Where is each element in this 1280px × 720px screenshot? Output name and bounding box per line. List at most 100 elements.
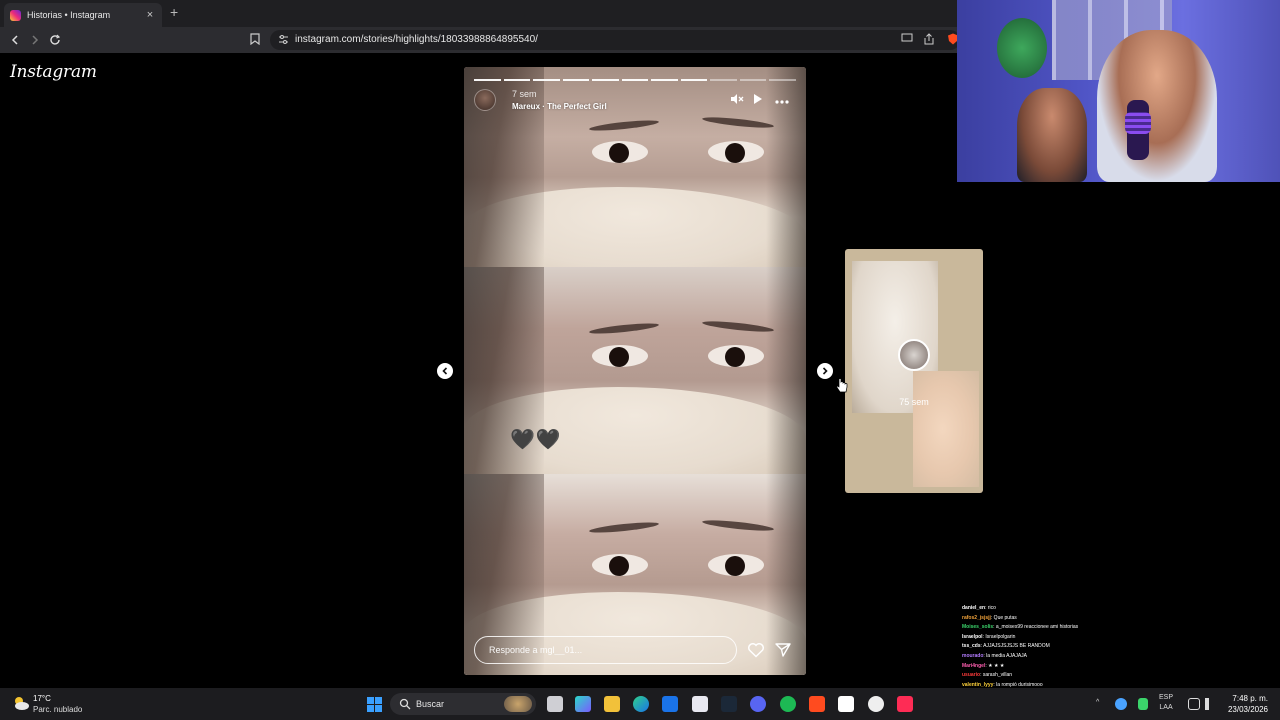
site-settings-icon[interactable] <box>278 34 289 45</box>
task-view-icon[interactable] <box>547 696 563 712</box>
chat-message: mourado: la media AJAJAJA <box>962 652 1280 662</box>
copilot-icon[interactable] <box>575 696 591 712</box>
file-explorer-icon[interactable] <box>604 696 620 712</box>
chat-username: Israelpol <box>962 633 983 640</box>
chevron-right-icon <box>822 367 828 375</box>
next-story-timestamp: 75 sem <box>899 397 929 407</box>
search-icon <box>399 698 411 710</box>
tray-chevron-up-icon[interactable]: ^ <box>1096 698 1099 708</box>
streamer-webcam <box>957 0 1280 182</box>
steam-icon[interactable] <box>721 696 737 712</box>
story-progress-segment <box>562 79 590 81</box>
chat-text: : AJJAJSJSJSJS BE RANDOM <box>980 643 1050 650</box>
muted-speaker-icon[interactable] <box>729 93 745 107</box>
chat-text: : la rompió durisimooo <box>993 681 1043 688</box>
story-progress-segment <box>769 79 797 81</box>
spotify-icon[interactable] <box>780 696 796 712</box>
browser-tab-instagram[interactable]: Historias • Instagram × <box>4 3 162 27</box>
bookmark-icon[interactable] <box>248 33 262 47</box>
story-progress-segment <box>739 79 767 81</box>
tiktok-icon[interactable] <box>897 696 913 712</box>
search-label: Buscar <box>416 699 445 709</box>
address-bar[interactable]: instagram.com/stories/highlights/1803398… <box>270 30 960 50</box>
chat-text: : Que putas <box>990 614 1017 621</box>
cast-icon[interactable] <box>900 33 914 47</box>
heart-icon[interactable] <box>747 641 765 659</box>
next-story-preview[interactable]: 75 sem <box>845 249 983 493</box>
microsoft-store-icon[interactable] <box>692 696 708 712</box>
story-progress-segment <box>710 79 737 81</box>
share-icon[interactable] <box>922 33 936 47</box>
story-music-label[interactable]: Mareux · The Perfect Girl <box>512 102 607 111</box>
reload-icon[interactable] <box>46 31 64 49</box>
discord-icon[interactable] <box>750 696 766 712</box>
story-progress-segment <box>474 79 501 81</box>
network-icon[interactable] <box>1188 698 1200 710</box>
obs-icon[interactable] <box>868 696 884 712</box>
tray-app-icon[interactable] <box>1115 698 1127 710</box>
chat-message: usuario: sarash_villan <box>962 671 1280 681</box>
brave-browser-icon[interactable] <box>809 696 825 712</box>
story-user-avatar[interactable] <box>474 89 496 111</box>
taskbar-clock[interactable]: 7:48 p. m. 23/03/2026 <box>1228 693 1268 715</box>
chat-username: Moises_solis <box>962 624 994 631</box>
chat-username: tss_cds <box>962 643 981 650</box>
story-timestamp: 7 sem <box>512 89 537 99</box>
tab-title: Historias • Instagram <box>27 10 111 20</box>
microphone-icon[interactable] <box>1138 698 1148 710</box>
previous-story-button[interactable] <box>437 363 453 379</box>
taskbar-search[interactable]: Buscar <box>390 693 536 715</box>
windows-start-icon[interactable] <box>367 697 382 712</box>
story-viewer[interactable]: 7 sem Mareux · The Perfect Girl 🖤🖤 <box>464 67 806 675</box>
send-icon[interactable] <box>774 641 792 659</box>
story-progress-segment <box>503 79 531 81</box>
keyboard-layout: LAA <box>1159 704 1173 711</box>
story-progress-segment <box>651 79 678 81</box>
chat-username: rafos2_jsjsjj <box>962 614 991 621</box>
story-heart-stickers: 🖤🖤 <box>510 429 562 451</box>
windows-taskbar: 17°C Parc. nublado Buscar ^ ESP LAA 7:48… <box>0 688 1280 720</box>
chat-message: rafos2_jsjsjj: Que putas <box>962 614 1280 624</box>
forward-icon[interactable] <box>26 31 44 49</box>
story-reply-input[interactable] <box>475 637 736 663</box>
chat-text: : Israelpolgarin <box>982 633 1016 640</box>
chat-message: Moises_solis: a_moises99 reaccionee ami … <box>962 623 1280 633</box>
chat-message: daniel_en: rico <box>962 604 1280 614</box>
more-options-icon[interactable] <box>774 93 790 107</box>
instagram-logo[interactable]: Instagram <box>10 62 97 82</box>
edge-icon[interactable] <box>633 696 649 712</box>
play-icon[interactable] <box>750 93 766 107</box>
outlook-icon[interactable] <box>662 696 678 712</box>
weather-description[interactable]: Parc. nublado <box>33 705 82 714</box>
story-progress-segment <box>621 79 649 81</box>
clock-date: 23/03/2026 <box>1227 705 1268 714</box>
weather-temperature[interactable]: 17°C <box>33 694 51 703</box>
chat-text: : rico <box>985 605 996 611</box>
language-indicator[interactable]: ESP LAA <box>1159 693 1173 713</box>
chat-text: : sarash_villan <box>980 672 1013 679</box>
hand-cursor-icon <box>836 378 848 393</box>
chevron-left-icon <box>442 367 448 375</box>
address-url[interactable]: instagram.com/stories/highlights/1803398… <box>295 34 538 45</box>
chat-username: Mari4ngel <box>962 662 986 669</box>
chat-username: usuario <box>962 672 981 679</box>
new-tab-button[interactable]: + <box>170 4 178 20</box>
chat-message: Mari4ngel: ★ ★ ★ <box>962 662 1280 672</box>
chat-text: : a_moises99 reaccionee ami historias <box>993 624 1079 631</box>
capcut-icon[interactable] <box>838 696 854 712</box>
story-reply-field[interactable] <box>474 636 737 664</box>
story-progress-segment <box>680 79 708 81</box>
story-progress-bar <box>474 79 797 81</box>
partly-cloudy-icon[interactable] <box>12 695 30 711</box>
next-story-button[interactable] <box>817 363 833 379</box>
back-icon[interactable] <box>6 31 24 49</box>
chat-username: daniel_en <box>962 605 986 611</box>
volume-icon[interactable] <box>1205 698 1217 710</box>
search-highlight-image <box>504 696 532 712</box>
story-thumbnail-image <box>913 371 979 487</box>
language-code: ESP <box>1159 694 1174 701</box>
tab-close-button[interactable]: × <box>144 9 156 21</box>
next-story-avatar <box>898 339 930 371</box>
chat-message: Israelpol: Israelpolgarin <box>962 633 1280 643</box>
story-progress-segment <box>533 79 560 81</box>
